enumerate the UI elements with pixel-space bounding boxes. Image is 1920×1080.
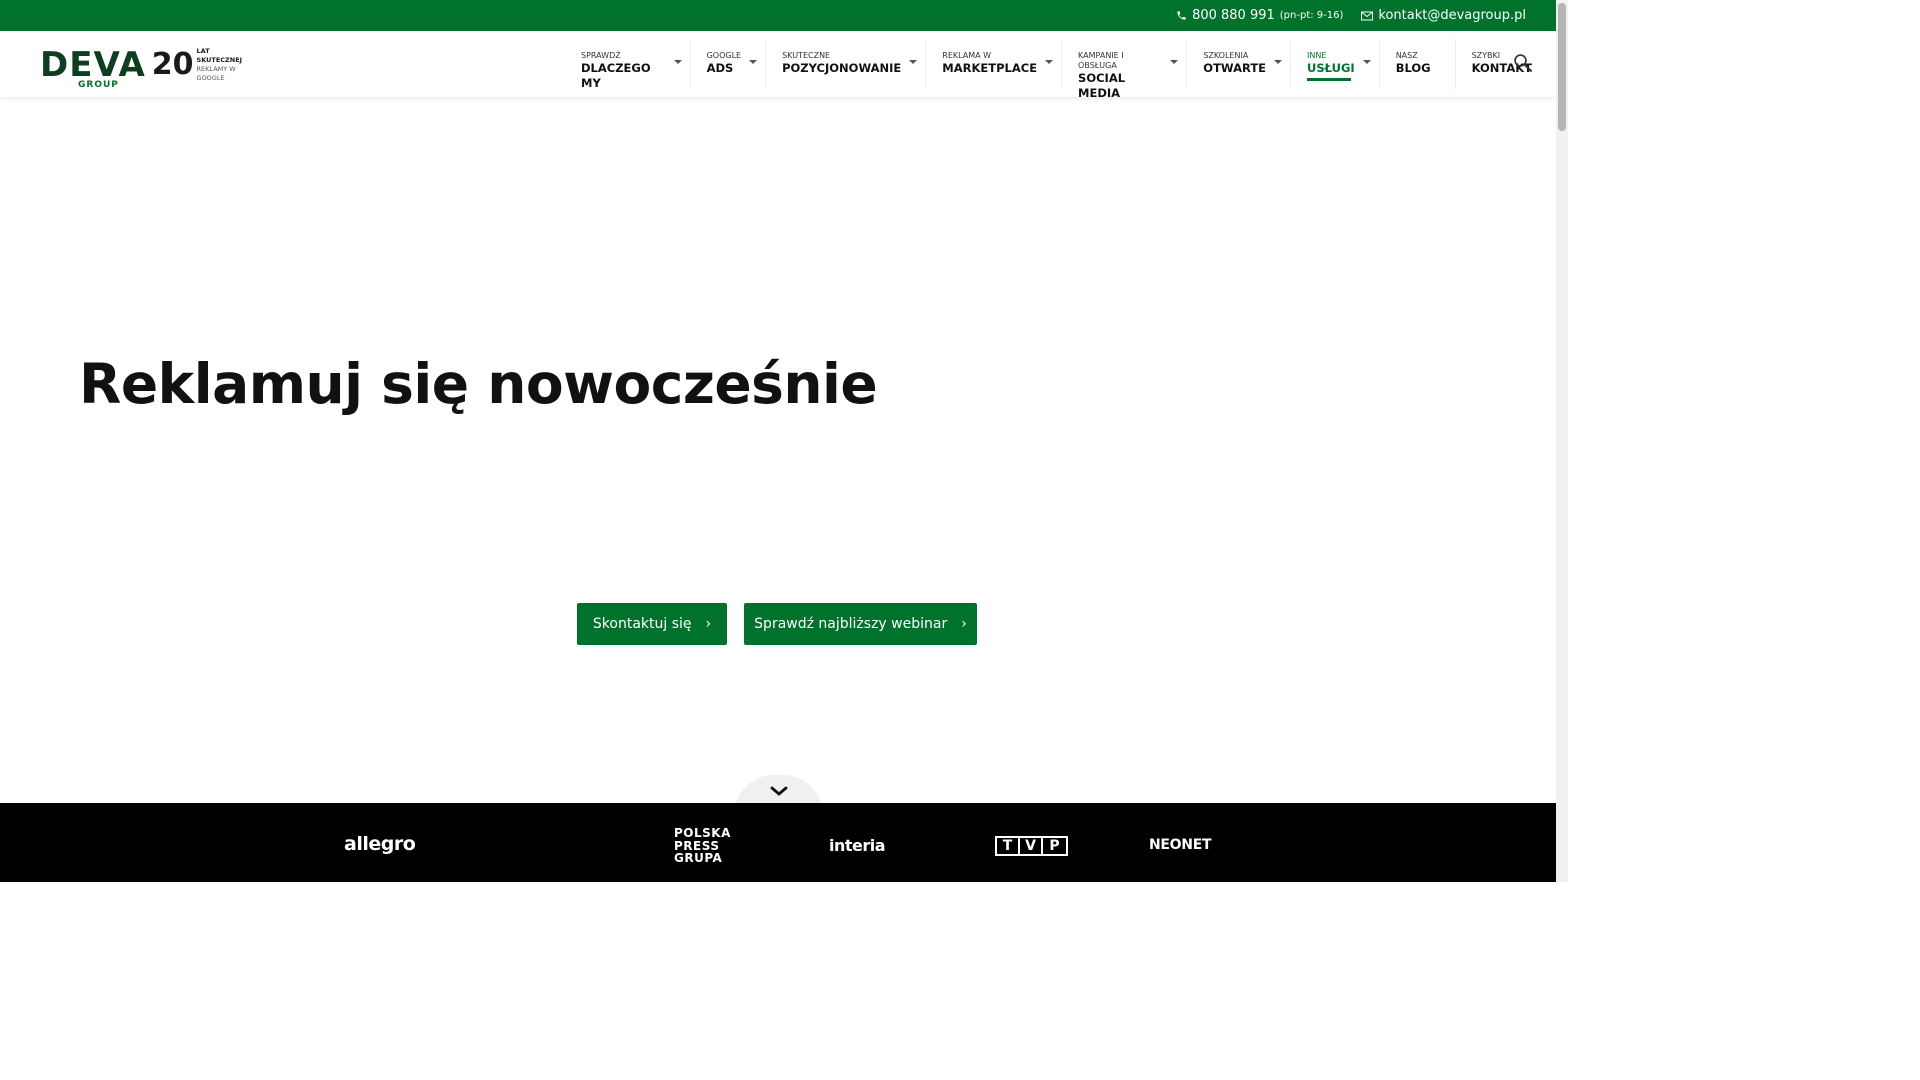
- nav-item-label: BLOG: [1395, 61, 1431, 75]
- tvp-letter: V: [1020, 838, 1043, 854]
- email-address: kontakt@devagroup.pl: [1378, 8, 1526, 23]
- phone-hours: (pn-pt: 9-16): [1279, 10, 1344, 21]
- phone-number: 800 880 991: [1192, 8, 1275, 23]
- logo-tagline-bottom: REKLAMY W GOOGLE: [196, 65, 236, 82]
- neonet-logo: NEONET: [1149, 837, 1212, 853]
- email-link[interactable]: kontakt@devagroup.pl: [1361, 8, 1526, 23]
- webinar-button[interactable]: Sprawdź najbliższy webinar ›: [744, 603, 977, 645]
- caret-down-icon: [1362, 60, 1371, 64]
- nav-item-label: POZYCJONOWANIE: [782, 61, 902, 75]
- nav-item-label: DLACZEGO MY: [581, 61, 651, 90]
- webinar-button-label: Sprawdź najbliższy webinar: [754, 616, 948, 632]
- nav-item-label: SOCIAL MEDIA: [1078, 71, 1126, 100]
- chevron-right-icon: ›: [961, 616, 967, 632]
- caret-down-icon: [749, 60, 758, 64]
- tvp-letter: T: [997, 838, 1020, 854]
- caret-down-icon: [1045, 60, 1054, 64]
- search-icon: [1514, 54, 1532, 72]
- active-underline: [1307, 78, 1352, 81]
- envelope-icon: [1361, 11, 1374, 20]
- chevron-right-icon: ›: [705, 616, 712, 632]
- tvp-logo: T V P: [995, 836, 1068, 856]
- chevron-down-icon: [770, 786, 787, 796]
- nav-item-top: REKLAMA W: [942, 51, 992, 60]
- page: 800 880 991 (pn-pt: 9-16) kontakt@devagr…: [0, 0, 1556, 882]
- nav-item-top: KAMPANIE I OBSŁUGA: [1078, 51, 1124, 70]
- nav-item-pozycjonowanie[interactable]: SKUTECZNE POZYCJONOWANIE: [766, 39, 927, 89]
- nav-item-top: SPRAWDŹ: [581, 51, 621, 60]
- nav-item-top: GOOGLE: [706, 51, 742, 60]
- nav-item-uslugi[interactable]: INNE USŁUGI: [1291, 39, 1380, 89]
- hero-title: Reklamuj się nowocześnie: [79, 352, 878, 416]
- nav-item-label: ADS: [706, 61, 734, 75]
- client-logos-strip: allegro POLSKA PRESS GRUPA interia T V P…: [0, 803, 1556, 882]
- logo-tagline-top: LAT SKUTECZNEJ: [196, 47, 243, 64]
- nav-item-szkolenia[interactable]: SZKOLENIA OTWARTE: [1187, 39, 1292, 89]
- nav-item-blog[interactable]: NASZ BLOG: [1380, 39, 1456, 89]
- polska-press-logo: POLSKA PRESS GRUPA: [674, 827, 731, 865]
- contact-button-label: Skontaktuj się: [592, 616, 692, 632]
- page-scrollbar[interactable]: [1556, 0, 1568, 882]
- caret-down-icon: [673, 60, 682, 64]
- top-contact-bar: 800 880 991 (pn-pt: 9-16) kontakt@devagr…: [0, 0, 1556, 31]
- logo-brand: DEVA: [40, 45, 146, 85]
- logo-group: GROUP: [78, 80, 119, 90]
- nav-item-top: NASZ: [1395, 51, 1418, 60]
- nav-item-social-media[interactable]: KAMPANIE I OBSŁUGA SOCIAL MEDIA: [1062, 39, 1188, 100]
- nav-item-top: SKUTECZNE: [782, 51, 831, 60]
- logo-number: 20: [151, 47, 194, 82]
- nav-item-label: USŁUGI: [1307, 61, 1355, 75]
- nav-item-label: OTWARTE: [1203, 61, 1267, 75]
- caret-down-icon: [1170, 60, 1179, 64]
- nav-item-label: MARKETPLACE: [942, 61, 1038, 75]
- contact-button[interactable]: Skontaktuj się ›: [577, 603, 727, 645]
- nav-item-dlaczego-my[interactable]: SPRAWDŹ DLACZEGO MY: [565, 39, 691, 90]
- interia-logo: interia: [829, 836, 886, 855]
- tvp-letter: P: [1049, 838, 1060, 854]
- nav-item-google-ads[interactable]: GOOGLE ADS: [691, 39, 767, 89]
- main-nav: SPRAWDŹ DLACZEGO MY GOOGLE ADS SKUTECZNE…: [565, 39, 1556, 100]
- caret-down-icon: [909, 60, 918, 64]
- nav-item-top: INNE: [1307, 51, 1327, 60]
- ppg-line: GRUPA: [674, 851, 723, 865]
- phone-link[interactable]: 800 880 991 (pn-pt: 9-16): [1176, 8, 1343, 23]
- phone-icon: [1177, 11, 1186, 20]
- nav-item-marketplace[interactable]: REKLAMA W MARKETPLACE: [926, 39, 1063, 89]
- site-header: DEVA GROUP 20 LAT SKUTECZNEJ REKLAMY W G…: [0, 31, 1556, 100]
- caret-down-icon: [1274, 60, 1283, 64]
- nav-item-kontakt[interactable]: SZYBKI KONTAKT: [1456, 39, 1556, 89]
- search-button[interactable]: [1513, 53, 1535, 75]
- ppg-line: POLSKA: [674, 826, 731, 840]
- nav-item-top: SZKOLENIA: [1203, 51, 1249, 60]
- site-logo[interactable]: DEVA GROUP 20 LAT SKUTECZNEJ REKLAMY W G…: [40, 43, 242, 90]
- allegro-logo: allegro: [344, 833, 416, 855]
- logo-tagline: LAT SKUTECZNEJ REKLAMY W GOOGLE: [197, 47, 243, 83]
- scrollbar-thumb[interactable]: [1558, 3, 1566, 131]
